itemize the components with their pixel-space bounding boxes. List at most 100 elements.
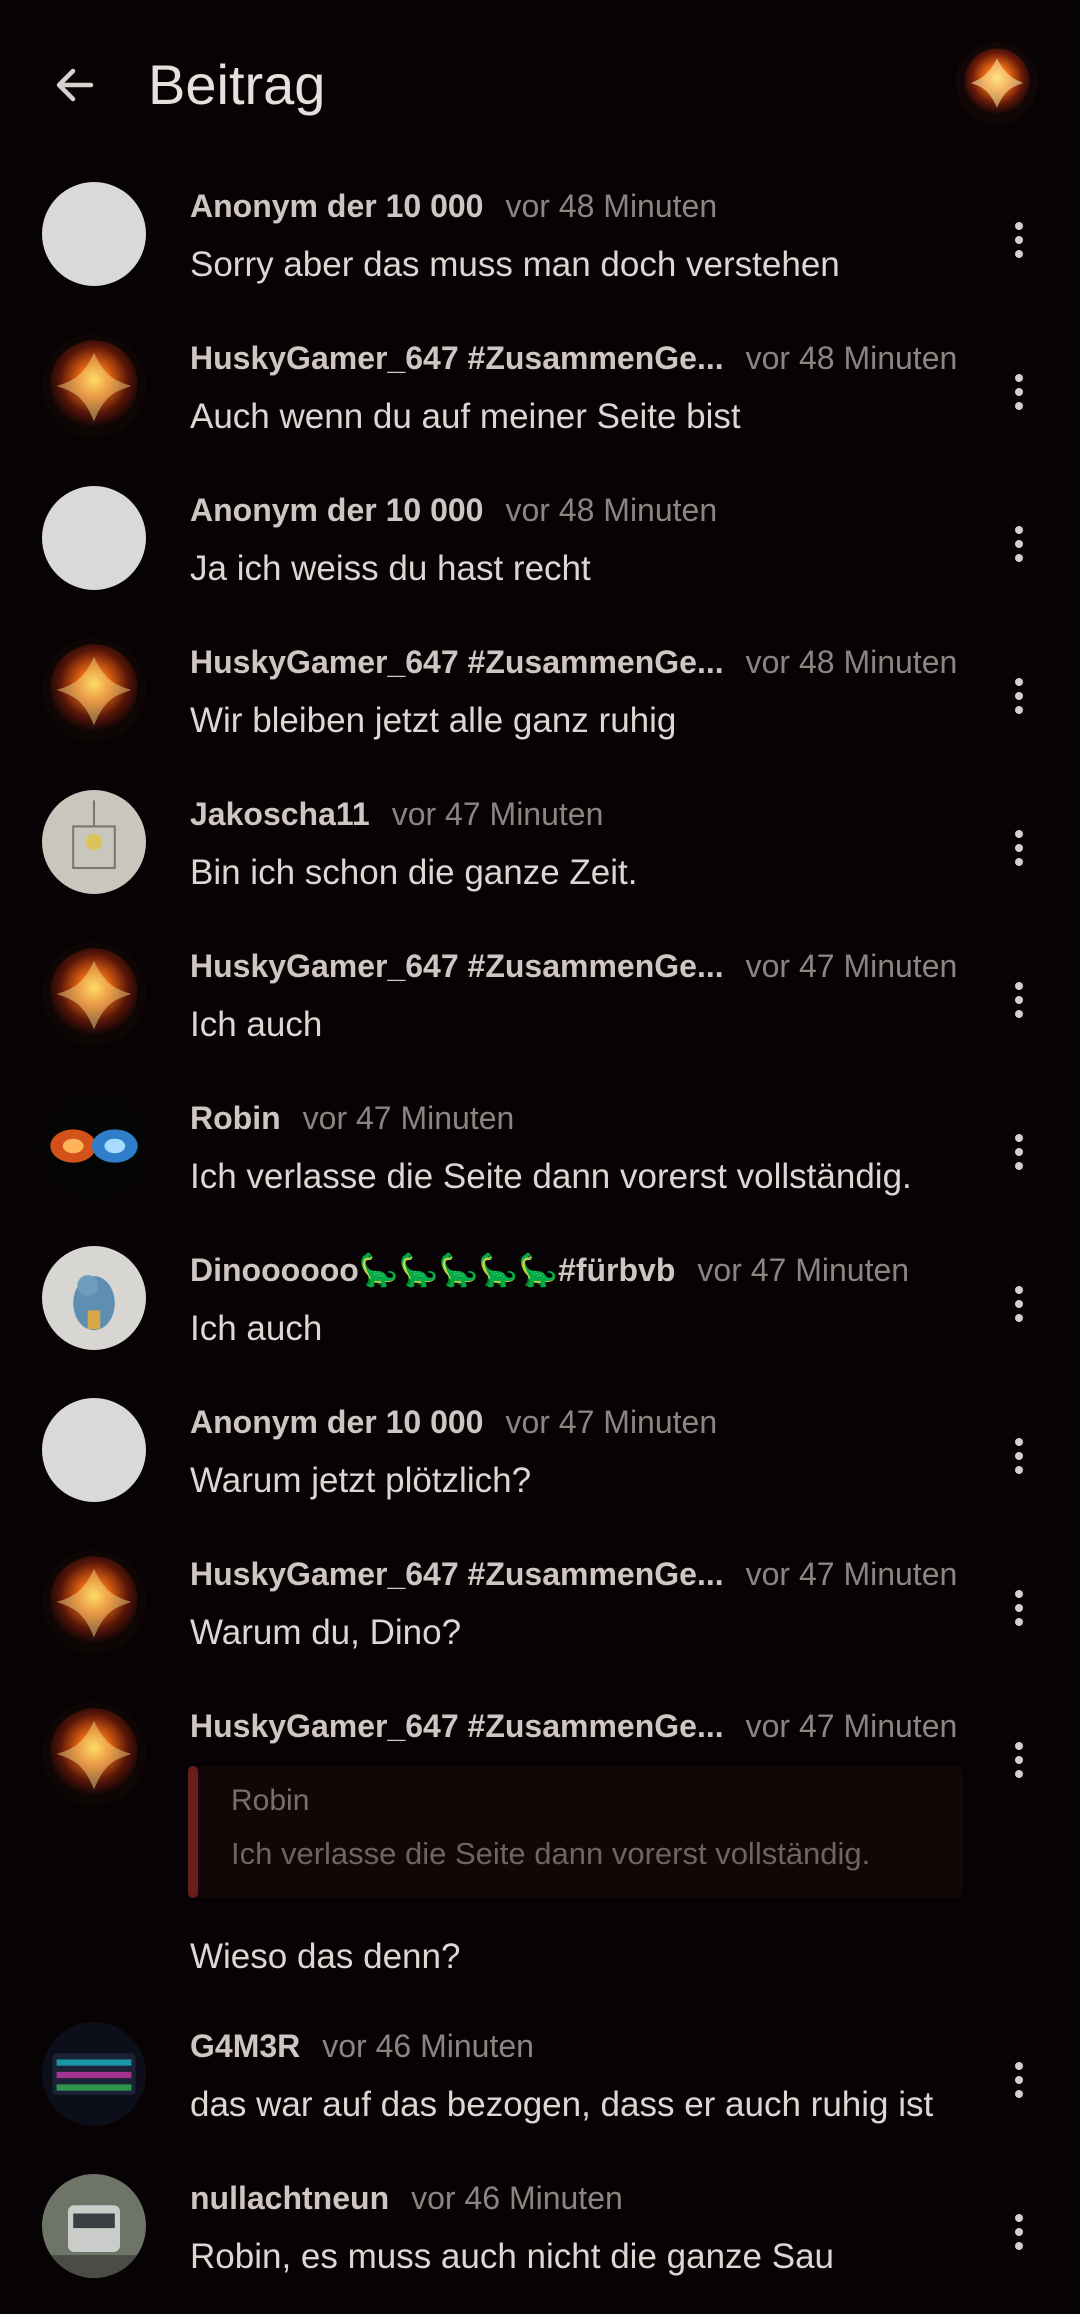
comment-text: das war auf das bezogen, dass er auch ru… (190, 2085, 934, 2124)
comment-meta: Dinoooooo🦕🦕🦕🦕🦕#fürbvb vor 47 Minuten (190, 1248, 990, 1292)
more-vertical-icon[interactable] (1000, 516, 1038, 572)
more-vertical-icon[interactable] (1000, 1732, 1038, 1788)
comment-text: Auch wenn du auf meiner Seite bist (190, 397, 741, 436)
comment-item[interactable]: Anonym der 10 000 vor 48 Minuten Ja ich we… (0, 474, 1080, 626)
page-title: Beitrag (148, 53, 326, 116)
comment-author[interactable]: HuskyGamer_647 #ZusammenGe... (190, 644, 724, 681)
comment-item[interactable]: G4M3R vor 46 Minuten das war auf das bezog… (0, 2010, 1080, 2162)
comment-item[interactable]: Anonym der 10 000 vor 47 Minuten Warum jet… (0, 1386, 1080, 1538)
author-avatar[interactable] (42, 942, 146, 1046)
comment-item[interactable]: HuskyGamer_647 #ZusammenGe... vor 47 Minu… (0, 930, 1080, 1082)
comment-author[interactable]: HuskyGamer_647 #ZusammenGe... (190, 1708, 724, 1745)
author-avatar[interactable] (42, 1398, 146, 1502)
more-vertical-icon[interactable] (1000, 1276, 1038, 1332)
comment-timestamp: vor 47 Minuten (391, 795, 604, 832)
menu-dot (1015, 2242, 1023, 2250)
phoenix-icon (956, 42, 1038, 124)
comment-text: Ja ich weiss du hast recht (190, 549, 591, 588)
menu-dot (1015, 858, 1023, 866)
comment-meta: HuskyGamer_647 #ZusammenGe... vor 47 Minu… (190, 1704, 990, 1748)
author-avatar[interactable] (42, 182, 146, 286)
more-vertical-icon[interactable] (1000, 212, 1038, 268)
comment-text: Warum du, Dino? (190, 1613, 462, 1652)
comment-timestamp: vor 47 Minuten (745, 1707, 958, 1744)
comment-author[interactable]: HuskyGamer_647 #ZusammenGe... (190, 1556, 724, 1593)
menu-dot (1015, 554, 1023, 562)
comment-timestamp: vor 48 Minuten (505, 491, 718, 528)
comment-item[interactable]: HuskyGamer_647 #ZusammenGe... vor 47 Minu… (0, 1690, 1080, 2010)
menu-dot (1015, 540, 1023, 548)
comment-meta: Anonym der 10 000 vor 48 Minuten (190, 184, 990, 228)
author-avatar[interactable] (42, 2022, 146, 2126)
comment-timestamp: vor 47 Minuten (697, 1251, 910, 1288)
comment-text: Sorry aber das muss man doch verstehen (190, 245, 840, 284)
menu-dot (1015, 2228, 1023, 2236)
comment-meta: G4M3R vor 46 Minuten (190, 2024, 990, 2068)
comment-author[interactable]: Jakoscha11 (190, 796, 370, 833)
comment-item[interactable]: HuskyGamer_647 #ZusammenGe... vor 48 Minu… (0, 322, 1080, 474)
top-app-bar: Beitrag (0, 0, 1080, 170)
more-vertical-icon[interactable] (1000, 2204, 1038, 2260)
menu-dot (1015, 1134, 1023, 1142)
comment-item[interactable]: Dinoooooo🦕🦕🦕🦕🦕#fürbvb vor 47 Minuten Ich a… (0, 1234, 1080, 1386)
comment-text: Ich auch (190, 1005, 323, 1044)
comment-author[interactable]: Robin (190, 1100, 281, 1137)
comment-author[interactable]: G4M3R (190, 2028, 300, 2065)
quote-bar (188, 1766, 198, 1898)
comment-timestamp: vor 47 Minuten (745, 947, 958, 984)
author-avatar[interactable] (42, 1246, 146, 1350)
author-avatar[interactable] (42, 486, 146, 590)
comment-author[interactable]: HuskyGamer_647 #ZusammenGe... (190, 948, 724, 985)
menu-dot (1015, 402, 1023, 410)
more-vertical-icon[interactable] (1000, 668, 1038, 724)
more-vertical-icon[interactable] (1000, 364, 1038, 420)
back-button[interactable] (40, 50, 110, 120)
quote-author: Robin (231, 1784, 310, 1817)
comment-author[interactable]: Dinoooooo🦕🦕🦕🦕🦕#fürbvb (190, 1251, 675, 1289)
author-avatar[interactable] (42, 638, 146, 742)
comment-item[interactable]: HuskyGamer_647 #ZusammenGe... vor 48 Minu… (0, 626, 1080, 778)
more-vertical-icon[interactable] (1000, 972, 1038, 1028)
author-avatar[interactable] (42, 1550, 146, 1654)
comment-timestamp: vor 48 Minuten (505, 187, 718, 224)
menu-dot (1015, 2062, 1023, 2070)
comment-list: Anonym der 10 000 vor 48 Minuten Sorry abe… (0, 170, 1080, 2314)
comment-author[interactable]: Anonym der 10 000 (190, 188, 483, 225)
user-avatar[interactable] (956, 42, 1038, 124)
comment-author[interactable]: HuskyGamer_647 #ZusammenGe... (190, 340, 724, 377)
quoted-comment[interactable]: Robin Ich verlasse die Seite dann vorerst… (188, 1766, 963, 1898)
comment-meta: HuskyGamer_647 #ZusammenGe... vor 47 Minu… (190, 1552, 990, 1596)
author-avatar[interactable] (42, 790, 146, 894)
author-avatar[interactable] (42, 2174, 146, 2278)
author-avatar[interactable] (42, 334, 146, 438)
more-vertical-icon[interactable] (1000, 1580, 1038, 1636)
menu-dot (1015, 236, 1023, 244)
comment-item[interactable]: Jakoscha11 vor 47 Minuten Bin ich schon di… (0, 778, 1080, 930)
menu-dot (1015, 374, 1023, 382)
comment-item[interactable]: nullachtneun vor 46 Minuten Robin, es muss… (0, 2162, 1080, 2314)
comment-text: Ich auch (190, 1309, 323, 1348)
comment-meta: nullachtneun vor 46 Minuten (190, 2176, 990, 2220)
comment-author[interactable]: nullachtneun (190, 2180, 389, 2217)
menu-dot (1015, 830, 1023, 838)
menu-dot (1015, 2214, 1023, 2222)
author-avatar[interactable] (42, 1702, 146, 1806)
comment-timestamp: vor 48 Minuten (745, 643, 958, 680)
more-vertical-icon[interactable] (1000, 1428, 1038, 1484)
menu-dot (1015, 1756, 1023, 1764)
comment-author[interactable]: Anonym der 10 000 (190, 492, 483, 529)
comment-author[interactable]: Anonym der 10 000 (190, 1404, 483, 1441)
comment-timestamp: vor 46 Minuten (411, 2179, 623, 2216)
comment-meta: Anonym der 10 000 vor 47 Minuten (190, 1400, 990, 1444)
comment-item[interactable]: Anonym der 10 000 vor 48 Minuten Sorry abe… (0, 170, 1080, 322)
comment-meta: Anonym der 10 000 vor 48 Minuten (190, 488, 990, 532)
comment-text: Wieso das denn? (190, 1937, 461, 1976)
more-vertical-icon[interactable] (1000, 1124, 1038, 1180)
comment-item[interactable]: Robin vor 47 Minuten Ich verlasse die Seit… (0, 1082, 1080, 1234)
comment-item[interactable]: HuskyGamer_647 #ZusammenGe... vor 47 Minu… (0, 1538, 1080, 1690)
author-avatar[interactable] (42, 1094, 146, 1198)
more-vertical-icon[interactable] (1000, 2052, 1038, 2108)
more-vertical-icon[interactable] (1000, 820, 1038, 876)
menu-dot (1015, 222, 1023, 230)
menu-dot (1015, 1742, 1023, 1750)
